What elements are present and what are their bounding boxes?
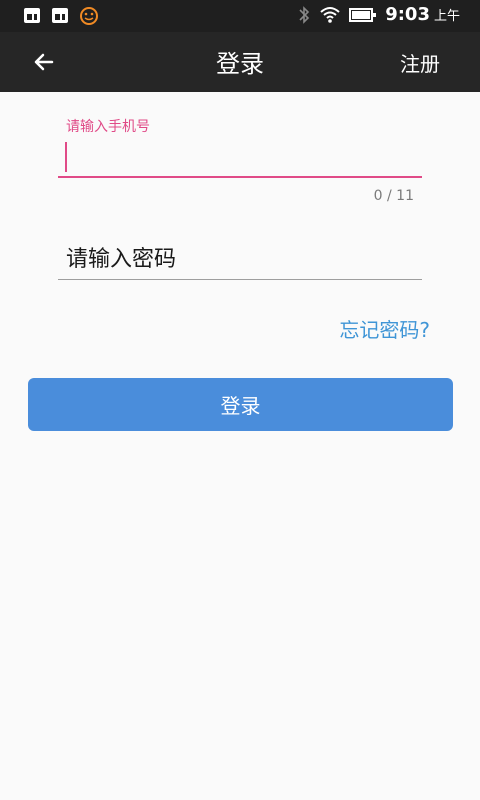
status-ampm: 上午 [433, 9, 460, 24]
forgot-password-link[interactable]: 忘记密码? [339, 314, 430, 343]
sd-card-icon [52, 8, 68, 23]
app-bar: 登录 注册 [0, 32, 480, 92]
password-field[interactable] [58, 240, 422, 280]
text-cursor [65, 142, 67, 172]
bluetooth-icon [299, 5, 310, 24]
phone-field[interactable] [58, 138, 422, 178]
login-button[interactable]: 登录 [28, 378, 453, 431]
password-input[interactable] [58, 240, 422, 279]
phone-input[interactable] [58, 138, 422, 176]
status-bar: 9:03 上午 [0, 0, 480, 32]
status-time: 9:03 [385, 4, 430, 25]
system-icons: 9:03 上午 [297, 4, 460, 25]
smiley-icon [80, 7, 98, 25]
phone-label: 请输入手机号 [66, 119, 150, 135]
phone-char-counter: 0 / 11 [373, 188, 414, 204]
notification-icons [22, 6, 100, 26]
wifi-icon [320, 6, 340, 23]
register-button[interactable]: 注册 [400, 48, 440, 77]
sd-card-icon [24, 8, 40, 23]
battery-icon [349, 7, 377, 22]
